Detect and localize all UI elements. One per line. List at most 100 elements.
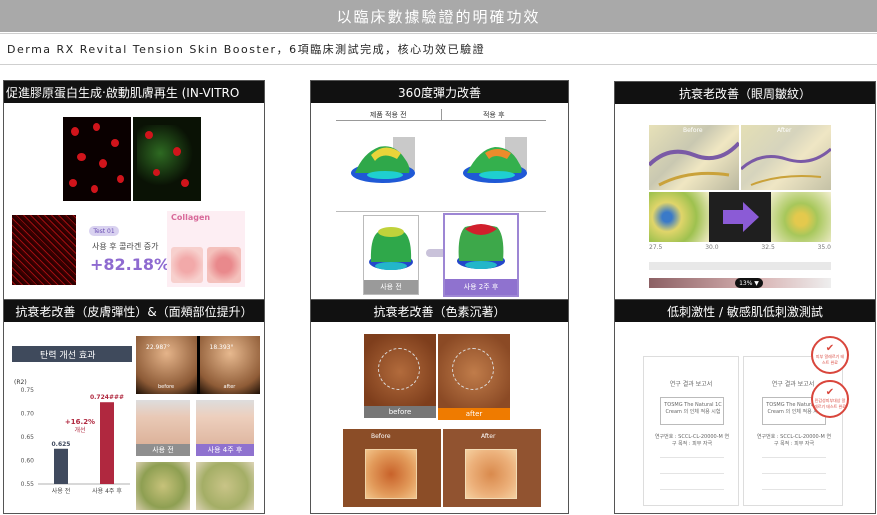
angle-before-image: 22.987° before xyxy=(136,336,197,394)
annotation-value: +16.2% xyxy=(65,418,95,426)
data-label: 0.724### xyxy=(90,394,124,401)
panel-title: 抗衰老改善（皮膚彈性）&（面頰部位提升） xyxy=(4,300,264,322)
map-after xyxy=(771,192,831,242)
page-subtitle: Derma RX Revital Tension Skin Booster，6項… xyxy=(7,43,486,56)
x-tick-label: 사용 전 xyxy=(52,487,70,495)
tick-label: 35.0 xyxy=(817,244,831,251)
before-label: Before xyxy=(371,433,391,440)
scale-ticks: 27.5 30.0 32.5 35.0 xyxy=(649,244,831,252)
after-button: after xyxy=(438,408,510,420)
after-label: After xyxy=(481,433,496,440)
spot-after-image: After xyxy=(443,429,541,507)
y-axis-label: (R2) xyxy=(14,379,27,386)
panel-collagen: 促進膠原蛋白生成‧啟動肌膚再生 (IN-VITRO Test 01 사용 후 콜… xyxy=(3,80,265,300)
divider xyxy=(0,64,877,65)
mesh-after-card: 사용 2주 후 xyxy=(443,213,519,297)
angle-after-value: 18.393° xyxy=(209,344,234,351)
collagen-after xyxy=(207,247,241,283)
tick-label: 32.5 xyxy=(761,244,775,251)
divider xyxy=(336,211,546,212)
test-badge: Test 01 xyxy=(89,226,119,236)
y-tick-label: 0.75 xyxy=(21,387,35,394)
texture-after-image xyxy=(196,462,254,510)
angle-before-value: 22.987° xyxy=(146,344,170,351)
surface-plot-after xyxy=(461,133,533,188)
panel-skin-elasticity: 抗衰老改善（皮膚彈性）&（面頰部位提升） 탄력 개선 효과 (R2) 0.75 0… xyxy=(3,299,265,514)
collagen-visual: Collagen xyxy=(167,211,245,287)
face-before-image: 사용 전 xyxy=(136,400,190,456)
before-label: before xyxy=(158,384,175,390)
panel-title: 360度彈力改善 xyxy=(311,81,568,103)
before-button: 사용 전 xyxy=(364,280,418,294)
wrinkle-before-image: Before xyxy=(647,125,741,190)
check-icon: ✔ xyxy=(825,387,835,398)
collagen-value: +82.18% xyxy=(90,255,171,274)
panel-title: 抗衰老改善（色素沉著） xyxy=(311,300,568,322)
stamp-text: 민감성피부대상 알레르기 테스트 완료 xyxy=(814,398,846,409)
focus-circle xyxy=(452,348,494,390)
panel-pigmentation: 抗衰老改善（色素沉著） before after Before After xyxy=(310,299,569,514)
cheek-angle-images: 22.987° before 18.393° after xyxy=(136,336,260,394)
after-label: after xyxy=(223,384,236,390)
micrograph-green xyxy=(133,117,201,201)
page-title: 以臨床數據驗證的明確功效 xyxy=(336,7,541,26)
elasticity-chart: (R2) 0.75 0.70 0.65 0.60 0.55 0.625 사용 전 0.724… xyxy=(14,379,130,495)
y-tick-label: 0.65 xyxy=(21,434,35,441)
collagen-caption: 사용 후 콜라겐 증가 xyxy=(92,242,159,251)
focus-circle xyxy=(378,348,420,390)
y-tick-label: 0.60 xyxy=(21,458,35,465)
panel-low-irritation: 低刺激性 / 敏感肌低刺激測試 연구 결과 보고서 TOSMG The Natu… xyxy=(614,299,876,514)
face-after-image: 사용 4주 후 xyxy=(196,400,254,456)
before-button: before xyxy=(364,406,436,418)
doc-study-info: 연구번호 : SCCL-CL-20000-M 연구 목적 : 피부 자극 xyxy=(654,434,730,447)
pigment-after-image: after xyxy=(438,334,510,420)
pigment-before-image: before xyxy=(364,334,436,418)
before-label: Before xyxy=(683,127,703,134)
tick-label: 30.0 xyxy=(705,244,719,251)
panel-title: 促進膠原蛋白生成‧啟動肌膚再生 (IN-VITRO xyxy=(4,81,264,103)
allergy-stamp: ✔ 피부 알레르기 테스트 완료 xyxy=(811,336,849,374)
surface-plot-before xyxy=(349,133,421,188)
data-label: 0.625 xyxy=(52,441,71,448)
annotation-text: 개선 xyxy=(74,426,85,434)
y-tick-label: 0.55 xyxy=(21,481,35,488)
panel-elasticity-360: 360度彈力改善 제품 적용 전 적용 후 사용 전 사용 2주 후 xyxy=(310,80,569,300)
doc-box: TOSMG The Natural 1C Cream 의 인체 적용 시험 xyxy=(660,397,724,425)
stamp-text: 피부 알레르기 테스트 완료 xyxy=(815,354,845,365)
after-button: 사용 4주 후 xyxy=(196,444,254,456)
reduction-badge: 13% ▼ xyxy=(735,278,763,288)
doc-box-text: TOSMG The Natural 1C Cream 의 인체 적용 시험 xyxy=(664,402,722,415)
angle-after-image: 18.393° after xyxy=(199,336,260,394)
spot-area xyxy=(365,449,417,499)
page-banner: 以臨床數據驗證的明確功效 xyxy=(0,0,877,32)
bar xyxy=(54,448,68,484)
mesh-before-card: 사용 전 xyxy=(363,215,419,295)
x-tick-label: 사용 4주 후 xyxy=(92,487,122,495)
wrinkle-after-image: After xyxy=(739,125,833,190)
after-label: After xyxy=(777,127,792,134)
y-tick-label: 0.70 xyxy=(21,411,35,418)
doc-title: 연구 결과 보고서 xyxy=(669,381,713,388)
header-after: 적용 후 xyxy=(482,110,505,119)
spot-area xyxy=(465,449,517,499)
check-icon: ✔ xyxy=(825,343,835,354)
panel-title: 抗衰老改善（眼周皺紋） xyxy=(615,82,875,104)
divider xyxy=(0,33,877,34)
texture-before-image xyxy=(136,462,190,510)
doc-study-info: 연구번호 : SCCL-CL-20000-M 연구 목적 : 피부 자극 xyxy=(756,434,832,447)
sensitive-skin-stamp: ✔ 민감성피부대상 알레르기 테스트 완료 xyxy=(811,380,849,418)
report-document-right: 연구 결과 보고서 TOSMG The Natural 1C Cream 의 인… xyxy=(743,356,843,506)
map-before xyxy=(649,192,709,242)
micrograph-tissue xyxy=(12,215,76,285)
micrograph-red xyxy=(63,117,131,201)
bar xyxy=(100,402,114,484)
panel-eye-wrinkles: 抗衰老改善（眼周皺紋） Before After 27.5 30.0 32.5 … xyxy=(614,81,876,301)
header-before: 제품 적용 전 xyxy=(336,109,442,120)
compare-header: 제품 적용 전 적용 후 xyxy=(336,109,546,121)
scale-track xyxy=(649,262,831,270)
chart-title: 탄력 개선 효과 xyxy=(12,346,132,362)
collagen-label: Collagen xyxy=(171,213,211,222)
map-middle xyxy=(709,192,771,242)
report-document-left: 연구 결과 보고서 TOSMG The Natural 1C Cream 의 인… xyxy=(643,356,739,506)
spot-before-image: Before xyxy=(343,429,441,507)
